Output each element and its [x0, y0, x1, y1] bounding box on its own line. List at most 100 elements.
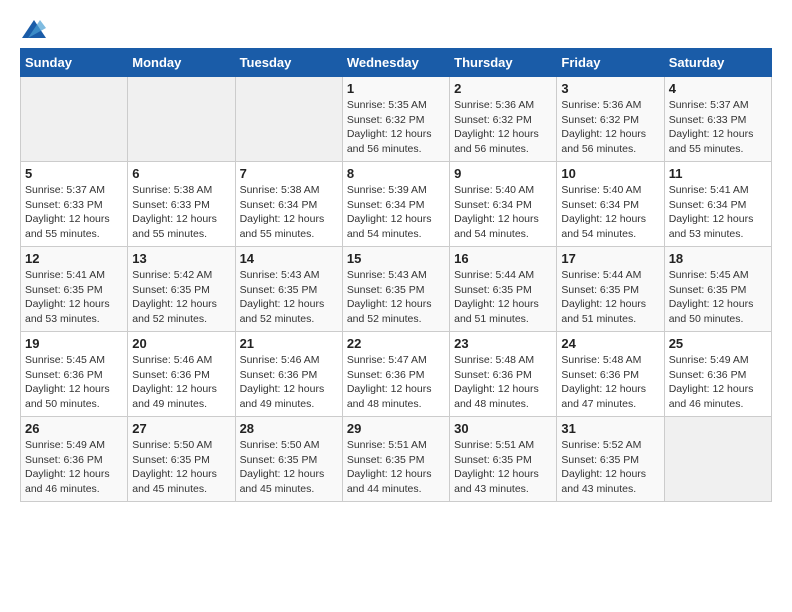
day-info: Sunrise: 5:50 AMSunset: 6:35 PMDaylight:…: [240, 438, 338, 497]
calendar-cell: [664, 417, 771, 502]
calendar-cell: 12 Sunrise: 5:41 AMSunset: 6:35 PMDayligh…: [21, 247, 128, 332]
calendar-cell: [21, 77, 128, 162]
day-info: Sunrise: 5:40 AMSunset: 6:34 PMDaylight:…: [454, 183, 552, 242]
calendar-cell: 17 Sunrise: 5:44 AMSunset: 6:35 PMDayligh…: [557, 247, 664, 332]
calendar-cell: 16 Sunrise: 5:44 AMSunset: 6:35 PMDayligh…: [450, 247, 557, 332]
day-number: 7: [240, 166, 338, 181]
calendar-cell: 21Sunrise: 5:46 AMSunset: 6:36 PMDayligh…: [235, 332, 342, 417]
day-number: 19: [25, 336, 123, 351]
day-info: Sunrise: 5:44 AMSunset: 6:35 PMDaylight:…: [561, 268, 659, 327]
week-row-2: 5 Sunrise: 5:37 AMSunset: 6:33 PMDaylight…: [21, 162, 772, 247]
day-info: Sunrise: 5:37 AMSunset: 6:33 PMDaylight:…: [669, 98, 767, 157]
calendar-cell: 6Sunrise: 5:38 AMSunset: 6:33 PMDaylight…: [128, 162, 235, 247]
day-info: Sunrise: 5:48 AMSunset: 6:36 PMDaylight:…: [454, 353, 552, 412]
day-number: 18: [669, 251, 767, 266]
calendar-cell: 18 Sunrise: 5:45 AMSunset: 6:35 PMDayligh…: [664, 247, 771, 332]
logo-icon: [22, 20, 46, 38]
day-info: Sunrise: 5:49 AMSunset: 6:36 PMDaylight:…: [25, 438, 123, 497]
day-info: Sunrise: 5:41 AMSunset: 6:34 PMDaylight:…: [669, 183, 767, 242]
page-header: [20, 20, 772, 38]
calendar-cell: 2 Sunrise: 5:36 AMSunset: 6:32 PMDaylight…: [450, 77, 557, 162]
calendar-cell: 9 Sunrise: 5:40 AMSunset: 6:34 PMDaylight…: [450, 162, 557, 247]
day-info: Sunrise: 5:43 AMSunset: 6:35 PMDaylight:…: [240, 268, 338, 327]
logo: [20, 20, 46, 38]
day-number: 16: [454, 251, 552, 266]
day-info: Sunrise: 5:46 AMSunset: 6:36 PMDaylight:…: [132, 353, 230, 412]
day-number: 15: [347, 251, 445, 266]
day-info: Sunrise: 5:42 AMSunset: 6:35 PMDaylight:…: [132, 268, 230, 327]
day-number: 20: [132, 336, 230, 351]
calendar-cell: 10 Sunrise: 5:40 AMSunset: 6:34 PMDayligh…: [557, 162, 664, 247]
calendar-cell: 29Sunrise: 5:51 AMSunset: 6:35 PMDayligh…: [342, 417, 449, 502]
day-info: Sunrise: 5:36 AMSunset: 6:32 PMDaylight:…: [561, 98, 659, 157]
calendar-cell: 25Sunrise: 5:49 AMSunset: 6:36 PMDayligh…: [664, 332, 771, 417]
day-number: 13: [132, 251, 230, 266]
calendar-cell: 22 Sunrise: 5:47 AMSunset: 6:36 PMDayligh…: [342, 332, 449, 417]
calendar-cell: 1 Sunrise: 5:35 AMSunset: 6:32 PMDaylight…: [342, 77, 449, 162]
calendar-cell: [128, 77, 235, 162]
day-info: Sunrise: 5:51 AMSunset: 6:35 PMDaylight:…: [347, 438, 445, 497]
day-of-week-friday: Friday: [557, 49, 664, 77]
day-info: Sunrise: 5:40 AMSunset: 6:34 PMDaylight:…: [561, 183, 659, 242]
day-number: 11: [669, 166, 767, 181]
day-number: 23: [454, 336, 552, 351]
calendar-cell: 8 Sunrise: 5:39 AMSunset: 6:34 PMDaylight…: [342, 162, 449, 247]
calendar-body: 1 Sunrise: 5:35 AMSunset: 6:32 PMDaylight…: [21, 77, 772, 502]
calendar-cell: 23 Sunrise: 5:48 AMSunset: 6:36 PMDayligh…: [450, 332, 557, 417]
calendar-cell: [235, 77, 342, 162]
day-number: 14: [240, 251, 338, 266]
calendar-cell: 3 Sunrise: 5:36 AMSunset: 6:32 PMDaylight…: [557, 77, 664, 162]
day-info: Sunrise: 5:35 AMSunset: 6:32 PMDaylight:…: [347, 98, 445, 157]
day-number: 4: [669, 81, 767, 96]
day-info: Sunrise: 5:39 AMSunset: 6:34 PMDaylight:…: [347, 183, 445, 242]
day-number: 9: [454, 166, 552, 181]
day-number: 10: [561, 166, 659, 181]
day-number: 26: [25, 421, 123, 436]
day-info: Sunrise: 5:51 AMSunset: 6:35 PMDaylight:…: [454, 438, 552, 497]
calendar-cell: 27 Sunrise: 5:50 AMSunset: 6:35 PMDayligh…: [128, 417, 235, 502]
calendar-table: SundayMondayTuesdayWednesdayThursdayFrid…: [20, 48, 772, 502]
calendar-cell: 20 Sunrise: 5:46 AMSunset: 6:36 PMDayligh…: [128, 332, 235, 417]
day-of-week-monday: Monday: [128, 49, 235, 77]
calendar-cell: 28 Sunrise: 5:50 AMSunset: 6:35 PMDayligh…: [235, 417, 342, 502]
day-number: 28: [240, 421, 338, 436]
day-number: 12: [25, 251, 123, 266]
calendar-cell: 15Sunrise: 5:43 AMSunset: 6:35 PMDayligh…: [342, 247, 449, 332]
calendar-cell: 19 Sunrise: 5:45 AMSunset: 6:36 PMDayligh…: [21, 332, 128, 417]
day-info: Sunrise: 5:50 AMSunset: 6:35 PMDaylight:…: [132, 438, 230, 497]
calendar-cell: 26 Sunrise: 5:49 AMSunset: 6:36 PMDayligh…: [21, 417, 128, 502]
day-of-week-sunday: Sunday: [21, 49, 128, 77]
day-info: Sunrise: 5:37 AMSunset: 6:33 PMDaylight:…: [25, 183, 123, 242]
day-number: 31: [561, 421, 659, 436]
day-number: 30: [454, 421, 552, 436]
day-info: Sunrise: 5:44 AMSunset: 6:35 PMDaylight:…: [454, 268, 552, 327]
day-info: Sunrise: 5:36 AMSunset: 6:32 PMDaylight:…: [454, 98, 552, 157]
day-number: 5: [25, 166, 123, 181]
day-number: 24: [561, 336, 659, 351]
day-info: Sunrise: 5:38 AMSunset: 6:34 PMDaylight:…: [240, 183, 338, 242]
day-number: 3: [561, 81, 659, 96]
day-of-week-saturday: Saturday: [664, 49, 771, 77]
day-number: 2: [454, 81, 552, 96]
day-number: 8: [347, 166, 445, 181]
day-info: Sunrise: 5:41 AMSunset: 6:35 PMDaylight:…: [25, 268, 123, 327]
week-row-1: 1 Sunrise: 5:35 AMSunset: 6:32 PMDaylight…: [21, 77, 772, 162]
calendar-cell: 24 Sunrise: 5:48 AMSunset: 6:36 PMDayligh…: [557, 332, 664, 417]
day-info: Sunrise: 5:45 AMSunset: 6:35 PMDaylight:…: [669, 268, 767, 327]
day-of-week-thursday: Thursday: [450, 49, 557, 77]
day-number: 27: [132, 421, 230, 436]
calendar-cell: 7 Sunrise: 5:38 AMSunset: 6:34 PMDaylight…: [235, 162, 342, 247]
day-info: Sunrise: 5:48 AMSunset: 6:36 PMDaylight:…: [561, 353, 659, 412]
calendar-cell: 5 Sunrise: 5:37 AMSunset: 6:33 PMDaylight…: [21, 162, 128, 247]
day-info: Sunrise: 5:52 AMSunset: 6:35 PMDaylight:…: [561, 438, 659, 497]
calendar-cell: 31 Sunrise: 5:52 AMSunset: 6:35 PMDayligh…: [557, 417, 664, 502]
day-number: 1: [347, 81, 445, 96]
day-of-week-wednesday: Wednesday: [342, 49, 449, 77]
days-of-week-row: SundayMondayTuesdayWednesdayThursdayFrid…: [21, 49, 772, 77]
day-info: Sunrise: 5:47 AMSunset: 6:36 PMDaylight:…: [347, 353, 445, 412]
day-info: Sunrise: 5:45 AMSunset: 6:36 PMDaylight:…: [25, 353, 123, 412]
day-number: 17: [561, 251, 659, 266]
day-of-week-tuesday: Tuesday: [235, 49, 342, 77]
day-number: 22: [347, 336, 445, 351]
week-row-5: 26 Sunrise: 5:49 AMSunset: 6:36 PMDayligh…: [21, 417, 772, 502]
